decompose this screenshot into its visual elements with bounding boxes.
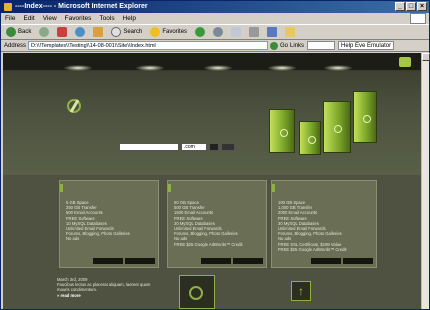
star-icon — [150, 27, 161, 37]
details-button[interactable] — [93, 258, 123, 264]
go-label: Go — [280, 42, 289, 49]
news-body: Faucibus lectus ac placerat aliquam, lao… — [57, 282, 151, 293]
history-icon — [213, 27, 224, 37]
menu-view[interactable]: View — [43, 13, 57, 24]
product-boxes-image — [269, 91, 381, 171]
link-item-2[interactable]: Help Eve Emulator — [338, 41, 395, 50]
windows-logo-icon — [410, 13, 426, 24]
search-submit-button[interactable] — [209, 143, 219, 151]
menu-bar: File Edit View Favorites Tools Help — [1, 13, 429, 24]
title-bar: ----Index---- - Microsoft Internet Explo… — [1, 1, 429, 13]
maximize-button[interactable]: □ — [406, 2, 416, 11]
folder-button[interactable] — [283, 26, 297, 39]
promo-logo-icon — [189, 286, 203, 300]
plan-panel-basic: 5 GB Space 250 GB Transfer 500 Email Acc… — [59, 180, 159, 268]
order-button[interactable] — [343, 258, 373, 264]
product-box — [299, 121, 321, 155]
favorites-button[interactable]: Favorites — [148, 26, 189, 39]
order-button[interactable] — [125, 258, 155, 264]
menu-edit[interactable]: Edit — [23, 13, 34, 24]
address-input[interactable]: D:\\!Templates\\Testing\\14-08-001\\Site… — [28, 41, 269, 50]
window-title: ----Index---- - Microsoft Internet Explo… — [15, 3, 148, 10]
scroll-up-button[interactable] — [422, 53, 430, 61]
mail-icon — [231, 27, 242, 37]
history-button[interactable] — [211, 26, 225, 39]
plan-feature: FREE $25 Google AdWords™ Credit — [174, 241, 243, 247]
plan-feature: FREE $25 Google AdWords™ Credit — [278, 246, 347, 252]
vertical-scrollbar[interactable] — [421, 53, 430, 309]
site-logo-icon[interactable] — [67, 99, 81, 113]
top-nav-band — [3, 53, 421, 71]
menu-file[interactable]: File — [5, 13, 15, 24]
close-button[interactable]: × — [417, 2, 427, 11]
toolbar: Back Search Favorites — [1, 24, 429, 40]
refresh-button[interactable] — [73, 26, 87, 39]
product-box — [353, 91, 377, 143]
print-icon — [249, 27, 260, 37]
go-button[interactable]: Go — [270, 40, 288, 52]
link-item-1[interactable] — [307, 41, 336, 50]
plan-panel-premium: 100 GB Space 1,000 GB Transfer 2000 Emai… — [271, 180, 377, 268]
go-arrow-icon — [270, 41, 279, 50]
hero-header: .com — [3, 71, 421, 175]
back-label: Back — [18, 29, 32, 35]
menu-favorites[interactable]: Favorites — [65, 13, 92, 24]
search-go-button[interactable] — [221, 143, 235, 151]
panel-tab — [60, 184, 63, 192]
stop-button[interactable] — [55, 26, 69, 39]
read-more-link[interactable]: » read more — [57, 293, 157, 298]
domain-search: .com — [119, 143, 235, 151]
details-button[interactable] — [311, 258, 341, 264]
domain-search-input[interactable] — [119, 143, 179, 151]
plan-feature: No ads — [66, 236, 80, 242]
order-button[interactable] — [233, 258, 263, 264]
panel-tab — [168, 184, 171, 192]
edit-icon — [267, 27, 278, 37]
search-icon — [111, 27, 122, 37]
address-label: Address — [4, 42, 27, 49]
media-button[interactable] — [193, 26, 207, 39]
refresh-icon — [75, 27, 86, 37]
panel-tab — [272, 184, 275, 192]
minimize-button[interactable]: _ — [395, 2, 405, 11]
forward-button[interactable] — [37, 26, 51, 39]
favorites-label: Favorites — [162, 29, 188, 35]
phone-icon[interactable] — [399, 57, 411, 67]
menu-help[interactable]: Help — [123, 13, 136, 24]
links-label: Links — [290, 42, 305, 49]
search-button[interactable]: Search — [109, 26, 144, 39]
promo-logo-box[interactable] — [179, 275, 215, 309]
back-arrow-icon — [6, 27, 16, 37]
address-bar: Address D:\\!Templates\\Testing\\14-08-0… — [1, 40, 429, 52]
media-icon — [195, 27, 206, 37]
news-block: March 3rd, 2009 Faucibus lectus ac place… — [57, 277, 157, 309]
ie-icon — [4, 3, 12, 11]
home-button[interactable] — [91, 26, 105, 39]
search-label: Search — [123, 29, 143, 35]
plan-panel-standard: 50 GB Space 500 GB Transfer 1500 Email A… — [167, 180, 267, 268]
folder-icon — [285, 27, 296, 37]
menu-tools[interactable]: Tools — [99, 13, 114, 24]
mail-button[interactable] — [229, 26, 243, 39]
scroll-up-arrow-icon[interactable]: ↑ — [291, 281, 311, 301]
tld-select[interactable]: .com — [181, 143, 207, 151]
browser-window: ----Index---- - Microsoft Internet Explo… — [0, 0, 430, 310]
edit-button[interactable] — [265, 26, 279, 39]
back-button[interactable]: Back — [4, 26, 33, 39]
page-viewport: .com 5 GB Space 250 GB Transfer 500 Emai… — [3, 53, 421, 309]
product-box — [323, 101, 351, 153]
links-bar: Links Help Eve Emulator — [290, 40, 395, 52]
product-box — [269, 109, 295, 153]
details-button[interactable] — [201, 258, 231, 264]
content-area: 5 GB Space 250 GB Transfer 500 Email Acc… — [3, 175, 421, 309]
stop-icon — [57, 27, 68, 37]
forward-arrow-icon — [39, 27, 50, 37]
print-button[interactable] — [247, 26, 261, 39]
home-icon — [93, 27, 104, 37]
